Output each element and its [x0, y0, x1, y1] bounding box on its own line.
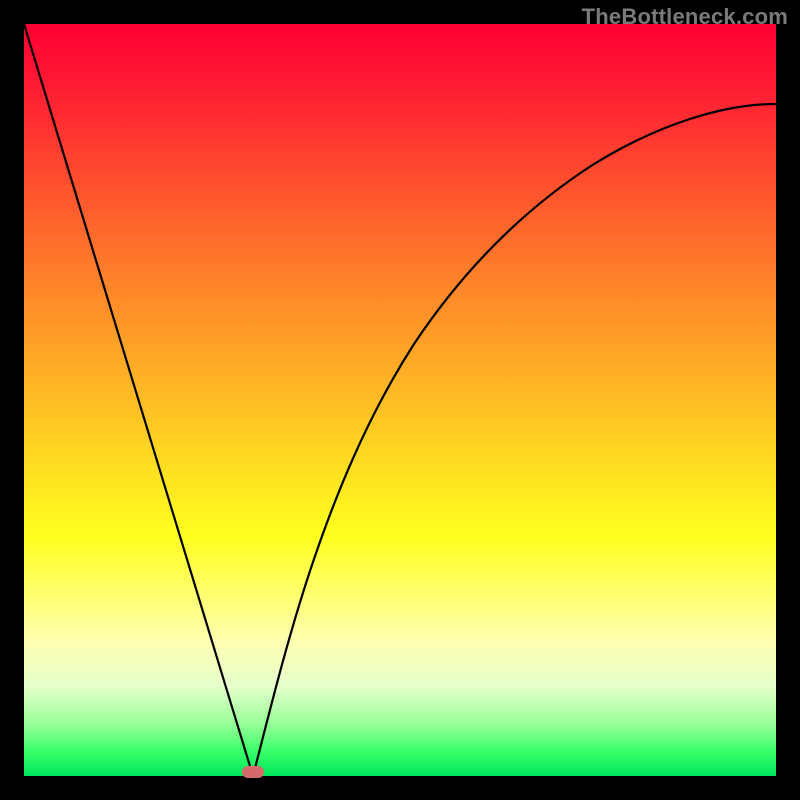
optimum-marker: [242, 766, 264, 778]
curve-path: [24, 24, 776, 776]
chart-area: [24, 24, 776, 776]
watermark-text: TheBottleneck.com: [582, 4, 788, 30]
bottleneck-curve: [24, 24, 776, 776]
